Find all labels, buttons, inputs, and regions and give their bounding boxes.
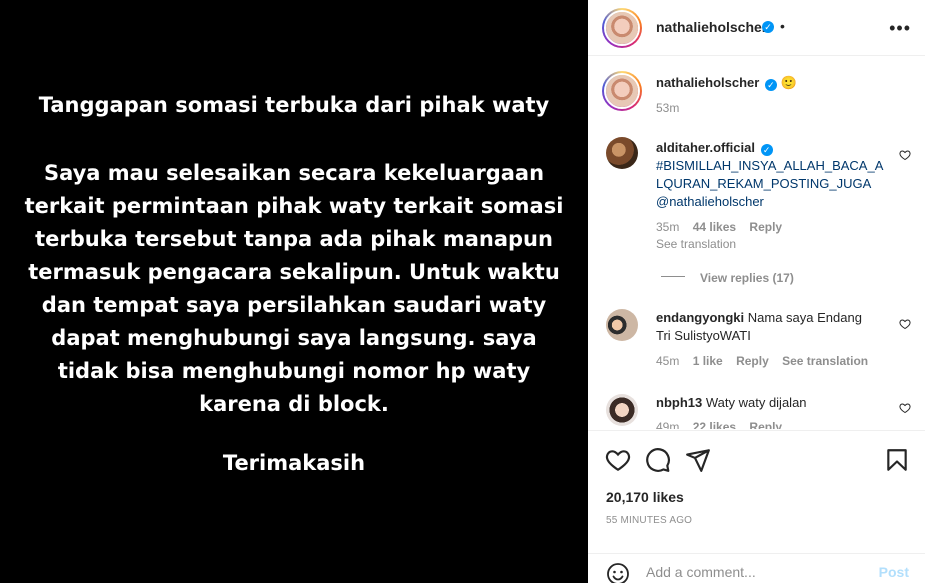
- view-replies-divider: [661, 276, 685, 277]
- post-image-line: terkait permintaan pihak waty terkait so…: [24, 194, 564, 218]
- post-header: nathalieholscher ✓ • •••: [588, 0, 925, 56]
- post-image-line: dan tempat saya persilahkan saudari waty: [41, 293, 547, 317]
- post-image-line: tidak bisa menghubungi nomor hp waty: [57, 359, 531, 383]
- hashtag-link[interactable]: LQURAN_REKAM_POSTING_JUGA: [656, 176, 871, 191]
- post-image-line: dapat menghubungi saya langsung. saya: [51, 326, 537, 350]
- comment-avatar[interactable]: [606, 309, 638, 341]
- post-image-title: Tanggapan somasi terbuka dari pihak waty: [38, 93, 550, 117]
- comment-text: Nama saya Endang: [747, 310, 862, 325]
- comment-likes[interactable]: 44 likes: [693, 220, 736, 234]
- caption-username[interactable]: nathalieholscher: [656, 75, 759, 90]
- comments-list[interactable]: nathalieholscher ✓ 🙂 53m alditaher.offic…: [588, 57, 925, 429]
- comment-username[interactable]: nbph13: [656, 395, 702, 410]
- comment-text: Waty waty dijalan: [705, 395, 807, 410]
- hashtag-link[interactable]: #BISMILLAH_INSYA_ALLAH_BACA_A: [656, 158, 883, 173]
- header-separator: •: [780, 18, 785, 34]
- post-image-line: termasuk pengacara sekalipun. Untuk wakt…: [28, 260, 560, 284]
- list-item: endangyongki Nama saya Endang Tri Sulist…: [656, 309, 886, 345]
- caption-text: 🙂: [780, 75, 797, 90]
- caption-avatar[interactable]: [602, 71, 642, 111]
- add-comment-bar: Post: [588, 553, 925, 583]
- post-time-ago[interactable]: 55 MINUTES AGO: [606, 515, 692, 526]
- reply-button[interactable]: Reply: [736, 354, 769, 368]
- save-bookmark-icon[interactable]: [884, 447, 910, 473]
- author-username[interactable]: nathalieholscher: [656, 19, 767, 35]
- comment-input[interactable]: [646, 564, 866, 580]
- comment-likes[interactable]: 1 like: [693, 354, 723, 368]
- comment-time: 45m: [656, 354, 680, 368]
- mention-link[interactable]: @nathalieholscher: [656, 194, 764, 209]
- caption-time: 53m: [656, 101, 680, 115]
- comment-text: Tri SulistyoWATI: [656, 328, 751, 343]
- more-horizontal-icon[interactable]: •••: [889, 18, 911, 39]
- like-comment-heart-icon[interactable]: [899, 402, 911, 414]
- reply-button[interactable]: Reply: [749, 420, 782, 429]
- emoji-icon[interactable]: [606, 562, 630, 583]
- verified-badge-icon: ✓: [762, 21, 774, 33]
- like-comment-heart-icon[interactable]: [899, 149, 911, 161]
- comment-username[interactable]: alditaher.official: [656, 140, 755, 155]
- post-image-line: terbuka tersebut tanpa ada pihak manapun: [35, 227, 553, 251]
- share-paper-plane-icon[interactable]: [685, 447, 711, 473]
- see-translation-link[interactable]: See translation: [782, 354, 868, 368]
- view-replies-button[interactable]: View replies (17): [700, 271, 794, 285]
- see-translation-link[interactable]: See translation: [656, 237, 736, 251]
- post-image-line: Saya mau selesaikan secara kekeluargaan: [43, 161, 545, 185]
- comment-meta: 35m 44 likes Reply: [656, 220, 782, 234]
- post-side-panel: nathalieholscher ✓ • ••• nathalieholsche…: [588, 0, 925, 583]
- comment-likes[interactable]: 22 likes: [693, 420, 736, 429]
- list-item: nbph13 Waty waty dijalan: [656, 394, 886, 412]
- like-heart-icon[interactable]: [605, 447, 631, 473]
- comment-meta: 45m 1 like Reply See translation: [656, 354, 868, 368]
- comment-time: 35m: [656, 220, 680, 234]
- list-item: alditaher.official ✓ #BISMILLAH_INSYA_AL…: [656, 139, 886, 211]
- comment-username[interactable]: endangyongki: [656, 310, 744, 325]
- post-comment-button[interactable]: Post: [879, 564, 909, 580]
- comment-avatar[interactable]: [606, 137, 638, 169]
- comment-meta: 49m 22 likes Reply: [656, 420, 782, 429]
- caption: nathalieholscher ✓ 🙂: [656, 74, 797, 92]
- comment-avatar[interactable]: [606, 394, 638, 426]
- like-comment-heart-icon[interactable]: [899, 318, 911, 330]
- verified-badge-icon: ✓: [764, 79, 777, 91]
- reply-button[interactable]: Reply: [749, 220, 782, 234]
- verified-badge-icon: ✓: [760, 144, 773, 156]
- post-image-body: Saya mau selesaikan secara kekeluargaan …: [10, 157, 578, 421]
- comment-time: 49m: [656, 420, 680, 429]
- post-actions: 20,170 likes 55 MINUTES AGO Post: [588, 430, 925, 583]
- post-media[interactable]: Tanggapan somasi terbuka dari pihak waty…: [0, 0, 588, 583]
- author-avatar[interactable]: [602, 8, 642, 48]
- post-image-line: karena di block.: [199, 392, 389, 416]
- post-image-signoff: Terimakasih: [222, 451, 366, 475]
- comment-bubble-icon[interactable]: [645, 447, 671, 473]
- likes-count[interactable]: 20,170 likes: [606, 489, 684, 505]
